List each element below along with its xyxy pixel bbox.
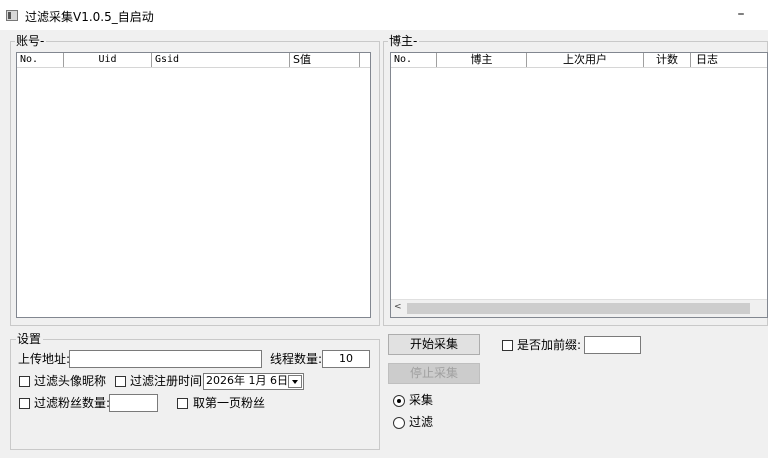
stop-collect-button[interactable]: 停止采集 (388, 363, 480, 384)
scroll-left-icon[interactable]: < (394, 302, 402, 312)
title-bar: 过滤采集V1.0.5_自启动 – (0, 0, 768, 30)
accounts-list[interactable]: No. Uid Gsid S值 (16, 52, 371, 318)
prefix-input[interactable] (584, 336, 641, 354)
settings-group-label: 设置 (16, 332, 44, 346)
col-log[interactable]: 日志 (691, 53, 767, 67)
col-blogger[interactable]: 博主 (437, 53, 527, 67)
filter-regtime-label: 过滤注册时间: (130, 374, 207, 388)
col-no[interactable]: No. (17, 53, 64, 67)
mode-filter-radio[interactable] (393, 417, 405, 429)
thread-count-label: 线程数量: (270, 352, 323, 366)
bloggers-list[interactable]: No. 博主 上次用户 计数 日志 < (390, 52, 768, 318)
col-gsid[interactable]: Gsid (152, 53, 290, 67)
first-page-fans-checkbox[interactable] (177, 398, 188, 409)
accounts-group-label: 账号- (15, 34, 47, 48)
bloggers-hscrollbar[interactable]: < (391, 299, 767, 317)
mode-collect-radio[interactable] (393, 395, 405, 407)
scroll-thumb[interactable] (407, 303, 750, 314)
add-prefix-checkbox[interactable] (502, 340, 513, 351)
filter-fans-label: 过滤粉丝数量: (34, 396, 111, 410)
filter-avatar-label: 过滤头像昵称 (34, 374, 107, 388)
start-collect-button[interactable]: 开始采集 (388, 334, 480, 355)
col-last-user[interactable]: 上次用户 (527, 53, 644, 67)
bloggers-list-header: No. 博主 上次用户 计数 日志 (391, 53, 767, 68)
first-page-fans-label: 取第一页粉丝 (193, 396, 266, 410)
filter-fans-checkbox[interactable] (19, 398, 30, 409)
filter-regtime-checkbox[interactable] (115, 376, 126, 387)
regtime-value: 2026年 1月 6日 (206, 374, 288, 387)
window-title: 过滤采集V1.0.5_自启动 (25, 10, 154, 24)
mode-collect-label: 采集 (409, 393, 434, 407)
col-uid[interactable]: Uid (64, 53, 152, 67)
fans-count-input[interactable] (109, 394, 158, 412)
regtime-datepicker[interactable]: 2026年 1月 6日 (203, 373, 304, 390)
app-icon (6, 10, 18, 21)
upload-address-input[interactable] (69, 350, 262, 368)
thread-count-input[interactable]: 10 (322, 350, 370, 368)
upload-address-label: 上传地址: (18, 352, 71, 366)
accounts-list-header: No. Uid Gsid S值 (17, 53, 370, 68)
add-prefix-label: 是否加前缀: (517, 338, 582, 352)
col-s-value[interactable]: S值 (290, 53, 360, 67)
minimize-button[interactable]: – (730, 4, 752, 24)
col-no[interactable]: No. (391, 53, 437, 67)
filter-avatar-checkbox[interactable] (19, 376, 30, 387)
col-count[interactable]: 计数 (644, 53, 691, 67)
chevron-down-icon[interactable] (288, 375, 302, 388)
mode-filter-label: 过滤 (409, 415, 434, 429)
bloggers-group-label: 博主- (388, 34, 420, 48)
